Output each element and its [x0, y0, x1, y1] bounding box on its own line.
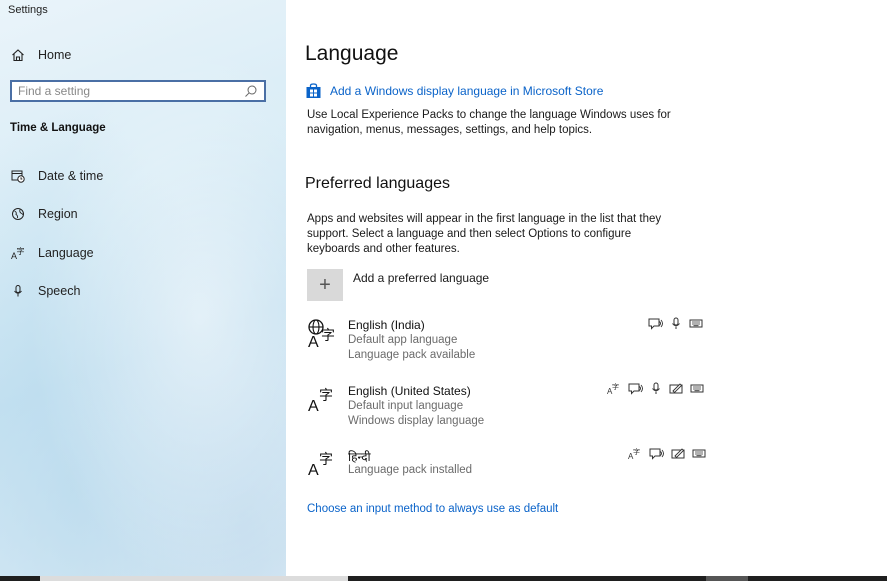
svg-text:字: 字: [319, 388, 333, 404]
plus-icon: +: [307, 269, 343, 301]
keyboard-icon: [689, 317, 703, 330]
microphone-icon: [670, 317, 682, 330]
svg-text:A: A: [308, 334, 319, 351]
display-language-icon: A字: [628, 447, 642, 460]
handwriting-icon: [671, 447, 685, 460]
svg-text:字: 字: [319, 452, 333, 468]
section-title: Time & Language: [10, 122, 106, 134]
svg-text:字: 字: [17, 246, 25, 256]
sidebar-item-label: Home: [38, 48, 72, 62]
svg-text:A: A: [308, 398, 319, 415]
language-icon: A 字: [308, 388, 333, 415]
microphone-icon: [650, 382, 662, 395]
sidebar-item-label: Speech: [38, 284, 81, 298]
svg-text:字: 字: [633, 447, 640, 456]
taskbar-segment: [706, 576, 748, 581]
store-icon: [305, 83, 322, 99]
sidebar-item-region[interactable]: Region: [10, 203, 78, 225]
language-features: A字: [607, 382, 704, 395]
taskbar-segment: [40, 576, 348, 581]
language-status: Default app language: [348, 334, 458, 346]
page-title: Language: [305, 42, 399, 65]
language-features: [648, 317, 703, 330]
language-name: हिन्दी: [348, 450, 371, 464]
sidebar-item-label: Date & time: [38, 169, 104, 183]
sidebar-item-label: Language: [38, 246, 94, 260]
svg-text:A: A: [308, 462, 319, 479]
store-description-line: navigation, menus, messages, settings, a…: [307, 124, 593, 136]
taskbar: [0, 576, 887, 581]
handwriting-icon: [669, 382, 683, 395]
window-title: Settings: [8, 4, 48, 16]
language-status: Language pack available: [348, 349, 476, 361]
language-icon: A 字: [308, 452, 333, 479]
store-description: Use Local Experience Packs to change the…: [307, 108, 727, 138]
sidebar-item-label: Region: [38, 207, 78, 221]
preferred-description-line: Apps and websites will appear in the fir…: [307, 213, 662, 225]
store-link[interactable]: Add a Windows display language in Micros…: [305, 83, 603, 99]
language-item-english-india[interactable]: A 字 English (India) Default app language…: [307, 318, 707, 366]
language-status: Language pack installed: [348, 464, 473, 476]
search-box[interactable]: [10, 80, 266, 102]
search-input[interactable]: [12, 82, 238, 100]
sidebar-item-language[interactable]: A字 Language: [10, 242, 94, 264]
preferred-languages-description: Apps and websites will appear in the fir…: [307, 212, 727, 257]
display-language-icon: A字: [607, 382, 621, 395]
svg-text:字: 字: [321, 328, 335, 344]
language-name: English (India): [348, 318, 425, 332]
home-icon: [10, 48, 26, 62]
text-to-speech-icon: [648, 317, 663, 330]
sidebar-item-home[interactable]: Home: [10, 44, 71, 66]
language-features: A字: [628, 447, 706, 460]
language-name: English (United States): [348, 384, 471, 398]
calendar-clock-icon: [10, 169, 26, 183]
language-status: Default input language: [348, 400, 464, 412]
preferred-description-line: keyboards and other features.: [307, 243, 460, 255]
microphone-icon: [10, 284, 26, 298]
sidebar-item-date-time[interactable]: Date & time: [10, 165, 103, 187]
store-description-line: Use Local Experience Packs to change the…: [307, 109, 671, 121]
preferred-description-line: support. Select a language and then sele…: [307, 228, 632, 240]
keyboard-icon: [692, 447, 706, 460]
add-language-label: Add a preferred language: [353, 271, 490, 285]
sidebar: Settings Home Time & Language Date & tim…: [0, 0, 286, 576]
default-input-method-link[interactable]: Choose an input method to always use as …: [307, 503, 558, 515]
svg-text:字: 字: [612, 382, 619, 391]
add-language-button[interactable]: + Add a preferred language: [307, 269, 489, 301]
language-pack-available-icon: A 字: [308, 319, 335, 351]
main-content: Language Add a Windows display language …: [286, 0, 887, 576]
language-icon: A字: [10, 246, 26, 260]
sidebar-item-speech[interactable]: Speech: [10, 280, 80, 302]
text-to-speech-icon: [649, 447, 664, 460]
preferred-languages-title: Preferred languages: [305, 175, 450, 192]
keyboard-icon: [690, 382, 704, 395]
search-icon[interactable]: [244, 84, 258, 103]
language-status: Windows display language: [348, 415, 485, 427]
store-link-label: Add a Windows display language in Micros…: [330, 84, 604, 98]
globe-icon: [10, 207, 26, 221]
text-to-speech-icon: [628, 382, 643, 395]
